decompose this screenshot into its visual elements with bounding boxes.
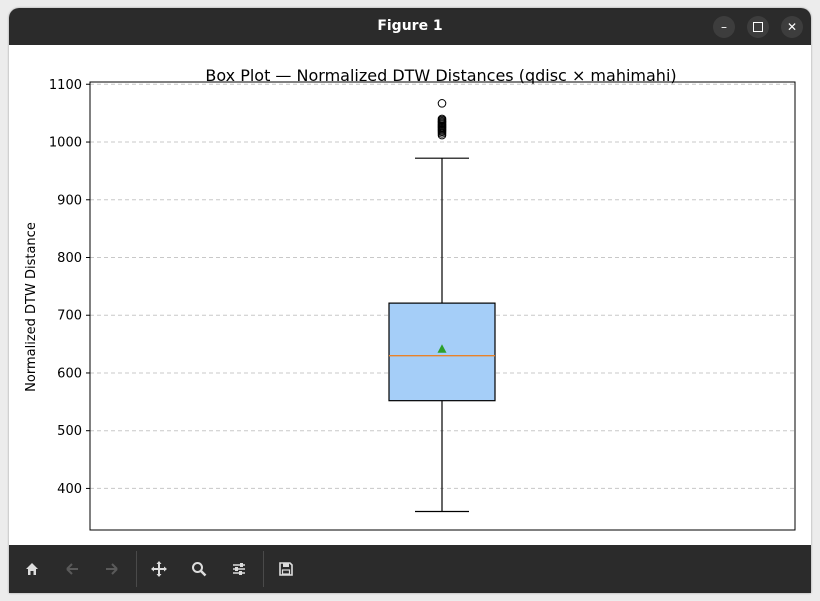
close-button[interactable]: ✕ — [781, 16, 803, 38]
back-button[interactable] — [59, 557, 85, 581]
configure-subplots-icon — [233, 563, 245, 575]
y-tick-label: 500 — [57, 424, 82, 439]
back-icon — [66, 563, 78, 575]
home-icon — [26, 563, 38, 575]
maximize-icon — [753, 21, 763, 32]
y-axis-label: Normalized DTW Distance — [24, 222, 39, 392]
title-bar: Figure 1 – ✕ — [9, 8, 811, 45]
minimize-icon: – — [721, 20, 727, 34]
minimize-button[interactable]: – — [713, 16, 735, 38]
y-tick-label: 800 — [57, 251, 82, 266]
save-icon — [279, 562, 293, 576]
configure-subplots-button[interactable] — [226, 557, 252, 581]
figure-canvas: Box Plot — Normalized DTW Distances (qdi… — [9, 45, 811, 545]
y-tick-label: 1100 — [49, 78, 82, 93]
home-button[interactable] — [19, 557, 45, 581]
toolbar-separator — [136, 551, 137, 587]
y-tick-label: 700 — [57, 309, 82, 324]
save-button[interactable] — [273, 557, 299, 581]
pan-icon — [151, 561, 167, 577]
maximize-button[interactable] — [747, 16, 769, 38]
y-tick-label: 1000 — [49, 136, 82, 151]
box-plot — [388, 99, 496, 513]
box-plot-chart: Box Plot — Normalized DTW Distances (qdi… — [24, 66, 796, 531]
figure-window: Figure 1 – ✕ Box Plot — Normalized DTW D… — [9, 8, 811, 593]
y-tick-label: 400 — [57, 482, 82, 497]
zoom-icon — [192, 562, 207, 577]
forward-button[interactable] — [99, 557, 125, 581]
y-axis: 400 500 600 700 800 900 1000 1100 — [49, 78, 90, 497]
zoom-button[interactable] — [186, 557, 212, 581]
close-icon: ✕ — [786, 20, 798, 34]
pan-button[interactable] — [146, 557, 172, 581]
forward-icon — [106, 563, 118, 575]
window-title: Figure 1 — [377, 18, 443, 34]
toolbar-separator — [263, 551, 264, 587]
navigation-toolbar — [9, 545, 811, 593]
y-tick-label: 900 — [57, 193, 82, 208]
outlier-point — [437, 99, 447, 108]
y-tick-label: 600 — [57, 366, 82, 381]
